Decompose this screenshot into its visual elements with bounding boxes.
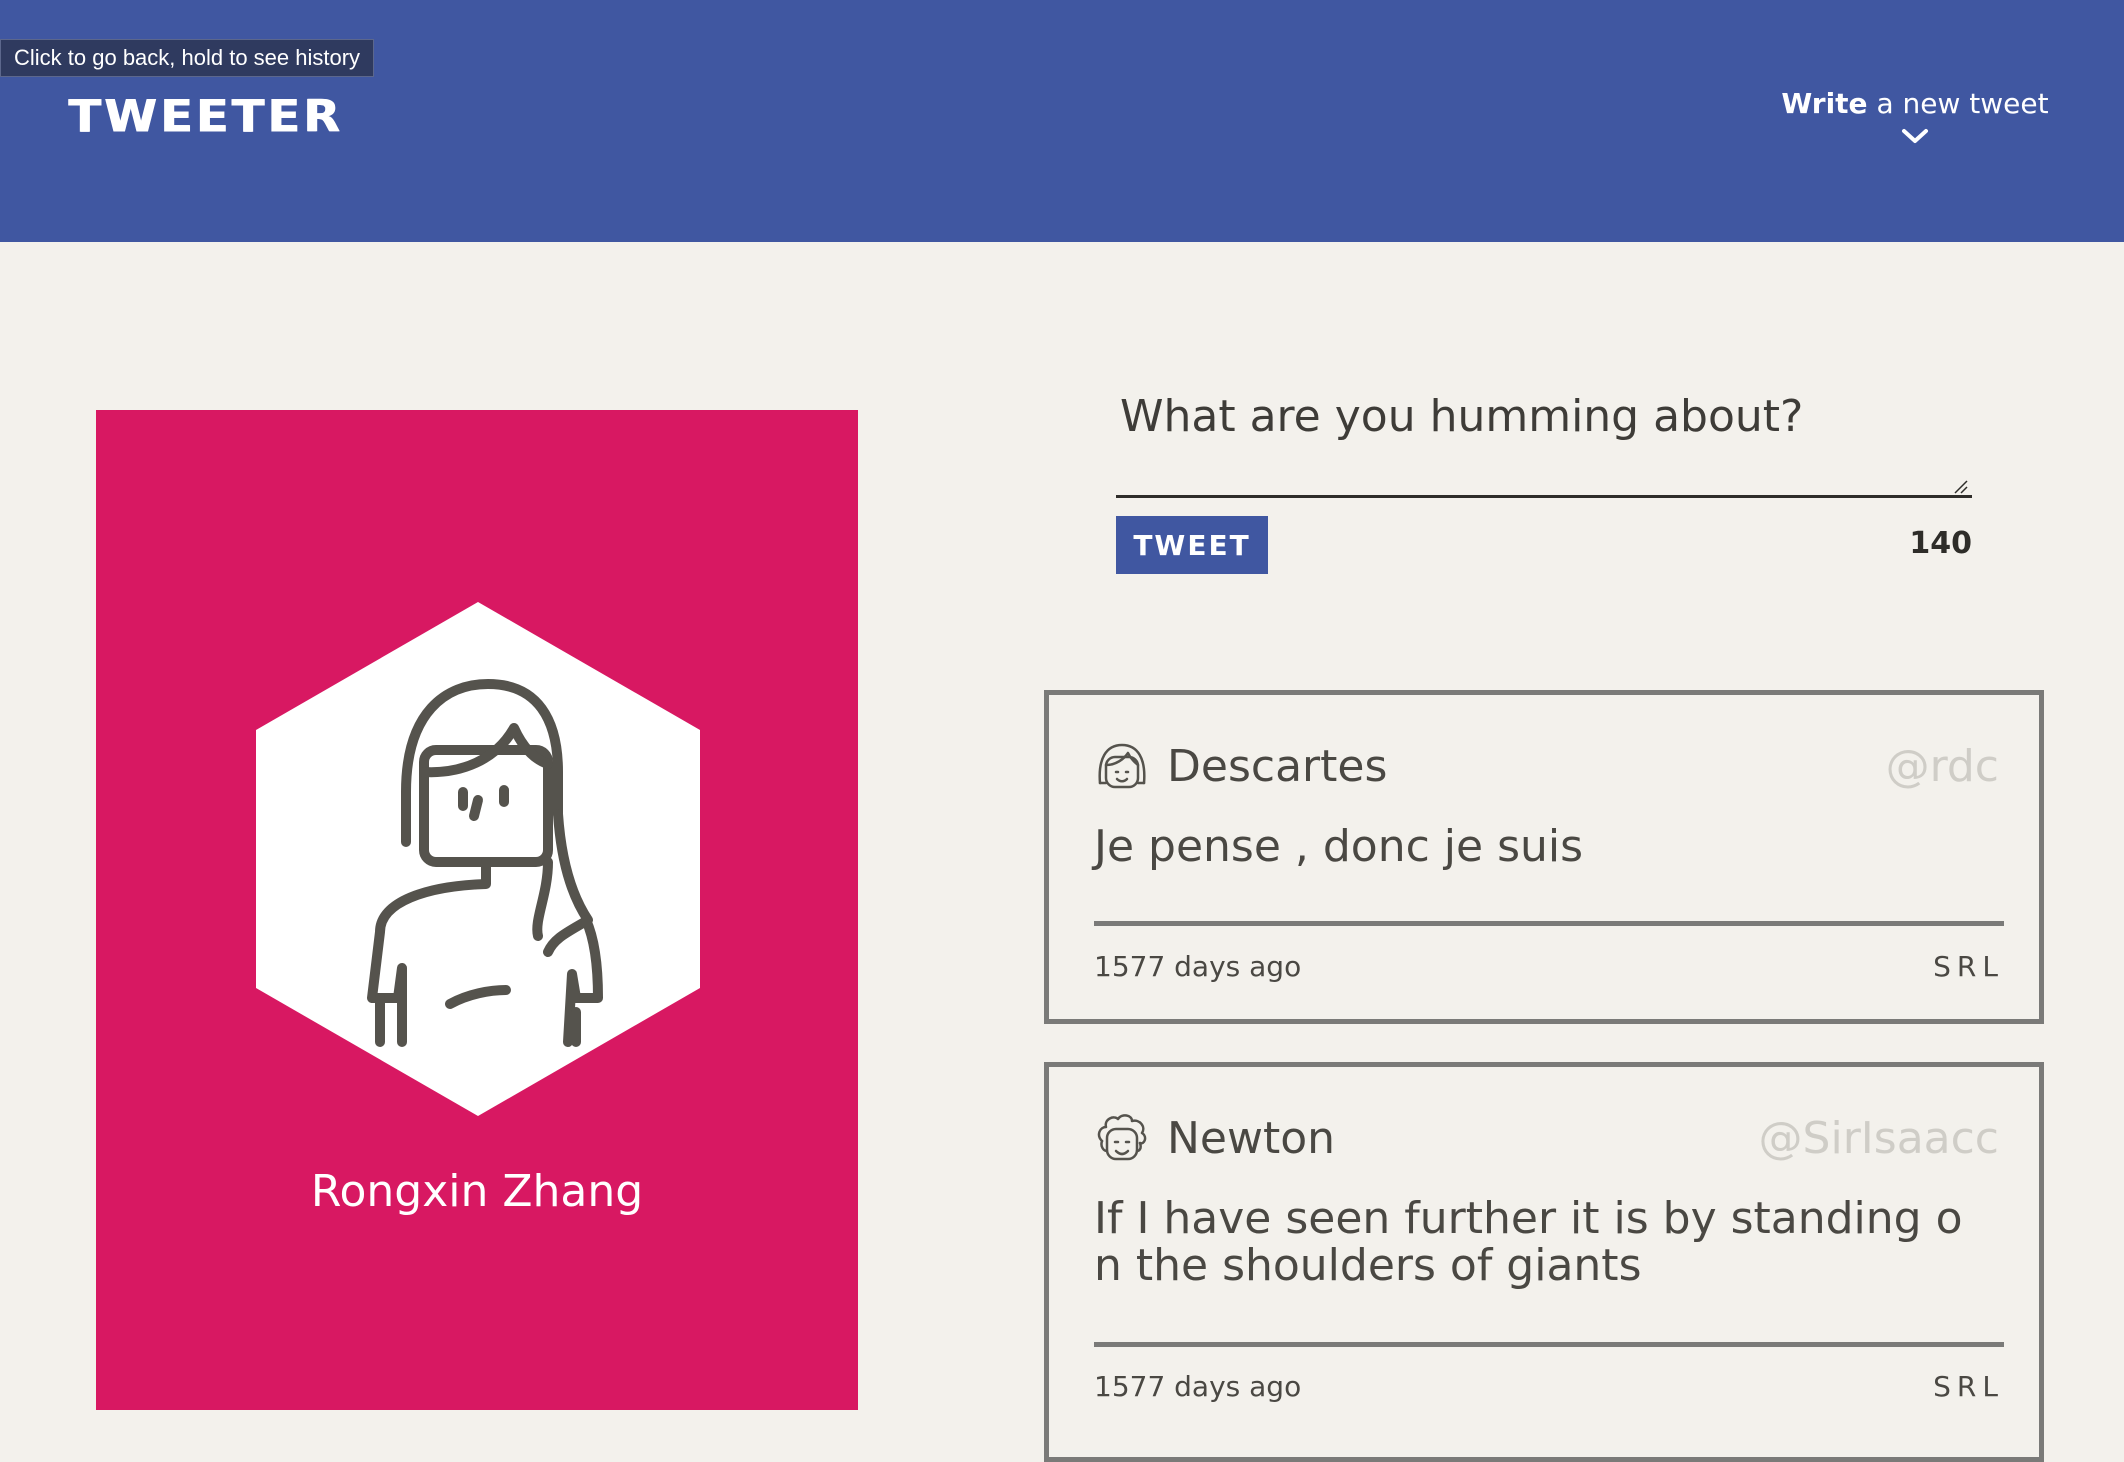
girl-face-icon: [1098, 743, 1146, 789]
write-new-tweet-label: Write a new tweet: [1780, 82, 2050, 126]
character-counter: 140: [1909, 526, 1972, 561]
chevron-down-icon: [1902, 129, 1928, 143]
tweet-divider: [1094, 921, 2004, 926]
share-action[interactable]: S: [1933, 950, 1957, 983]
retweet-action[interactable]: R: [1957, 950, 1982, 983]
top-nav-bar: TWEETER Write a new tweet: [0, 0, 2124, 242]
tweet-actions: SRL: [1933, 1365, 2004, 1409]
composer-actions: TWEET 140: [1116, 516, 1972, 574]
tweet-timestamp: 1577 days ago: [1094, 1370, 1302, 1403]
tweet-input[interactable]: [1116, 380, 1972, 498]
tweet-divider: [1094, 1342, 2004, 1347]
app-logo[interactable]: TWEETER: [68, 90, 343, 143]
tweet-author-name[interactable]: Descartes: [1167, 735, 1387, 799]
share-action[interactable]: S: [1933, 1370, 1957, 1403]
profile-card: Rongxin Zhang: [96, 410, 858, 1410]
tweet-submit-button[interactable]: TWEET: [1116, 516, 1268, 574]
resize-handle-icon[interactable]: [1954, 480, 1968, 494]
tweet-author-handle[interactable]: @SirIsaacc: [1759, 1107, 1999, 1171]
tweet-text: If I have seen further it is by standing…: [1094, 1193, 1963, 1291]
back-button-tooltip: Click to go back, hold to see history: [0, 39, 375, 77]
tweet-card: Newton @SirIsaacc If I have seen further…: [1044, 1062, 2044, 1462]
tweet-timestamp: 1577 days ago: [1094, 950, 1302, 983]
tweet-actions: SRL: [1933, 945, 2004, 989]
like-action[interactable]: L: [1982, 950, 2004, 983]
retweet-action[interactable]: R: [1957, 1370, 1982, 1403]
woman-avatar-icon: [256, 602, 700, 1116]
tweet-composer: TWEET 140: [1116, 380, 1972, 574]
profile-avatar: [256, 602, 700, 1116]
tweet-text: Je pense , donc je suis: [1094, 821, 1584, 872]
tweet-footer: 1577 days ago SRL: [1094, 1365, 2004, 1409]
tweet-footer: 1577 days ago SRL: [1094, 945, 2004, 989]
curly-hair-man-face-icon: [1097, 1114, 1147, 1161]
like-action[interactable]: L: [1982, 1370, 2004, 1403]
tweet-header: Newton @SirIsaacc: [1094, 1107, 1999, 1171]
tweet-author-handle[interactable]: @rdc: [1886, 735, 1999, 799]
tweet-header: Descartes @rdc: [1094, 735, 1999, 799]
tweet-card: Descartes @rdc Je pense , donc je suis 1…: [1044, 690, 2044, 1024]
profile-name: Rongxin Zhang: [310, 1166, 644, 1217]
write-label-bold: Write: [1781, 87, 1868, 120]
write-new-tweet-toggle[interactable]: Write a new tweet: [1780, 82, 2050, 146]
write-label-rest: a new tweet: [1867, 87, 2049, 120]
tweet-author-name[interactable]: Newton: [1167, 1107, 1335, 1171]
